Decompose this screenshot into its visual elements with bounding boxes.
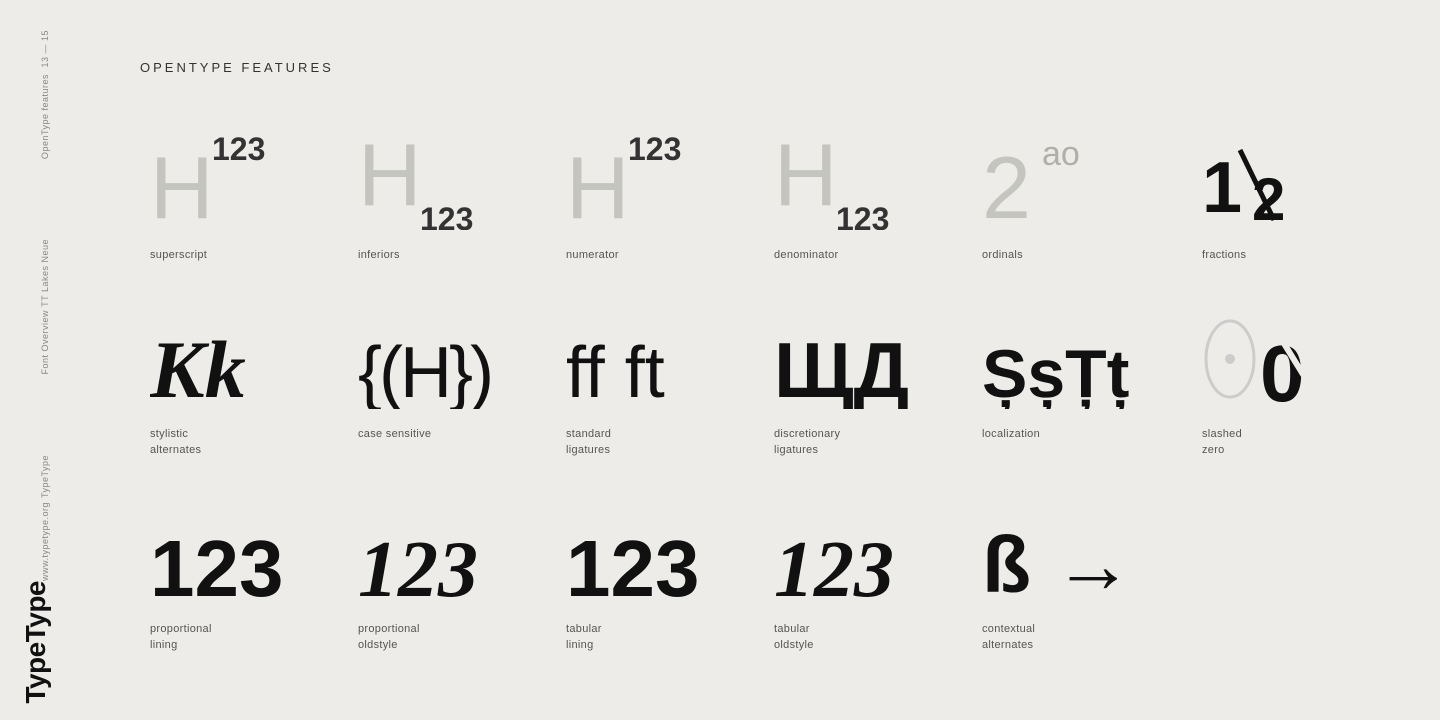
feature-numerator: H 123 numerator	[556, 125, 764, 304]
svg-text:123: 123	[420, 201, 473, 230]
prop-lining-label: proportional lining	[150, 621, 212, 654]
svg-text:ao: ao	[1042, 135, 1080, 173]
feature-case-sensitive: {(H}) case sensitive	[348, 304, 556, 499]
discretionary-lig-glyph: ЩД	[774, 304, 914, 414]
case-sensitive-glyph: {(H})	[358, 304, 518, 414]
svg-text:123: 123	[358, 526, 478, 604]
superscript-label: superscript	[150, 247, 207, 264]
svg-text:H: H	[774, 130, 838, 224]
svg-text:ß →: ß →	[982, 520, 1133, 604]
ordinals-label: ordinals	[982, 247, 1023, 264]
localization-label: localization	[982, 426, 1040, 443]
feature-ordinals: 2 ao ordinals	[972, 125, 1192, 304]
feature-proportional-oldstyle: 123 proportional oldstyle	[348, 499, 556, 694]
svg-text:Kk: Kk	[150, 324, 246, 409]
svg-text:2: 2	[982, 138, 1031, 230]
fractions-glyph: 1 2	[1202, 125, 1342, 235]
denominator-glyph: H 123	[774, 125, 914, 235]
feature-proportional-lining: 123 proportional lining	[140, 499, 348, 694]
standard-lig-label: standard ligatures	[566, 426, 611, 459]
section-label: OpenType features	[39, 74, 52, 159]
svg-text:123: 123	[628, 131, 681, 167]
feature-standard-ligatures: ff ft standard ligatures	[556, 304, 764, 499]
company-url: www.typetype.org	[39, 502, 52, 581]
standard-lig-glyph: ff ft	[566, 304, 716, 414]
brand-name: TypeType	[20, 581, 70, 709]
feature-fractions: 1 2 fractions	[1192, 125, 1400, 304]
tab-lining-glyph: 123	[566, 499, 716, 609]
feature-denominator: H 123 denominator	[764, 125, 972, 304]
fractions-label: fractions	[1202, 247, 1246, 264]
features-grid: H 123 superscript H 123 inferiors	[140, 125, 1400, 694]
font-section: Font Overview	[39, 310, 52, 375]
ordinals-glyph: 2 ao	[982, 125, 1142, 235]
svg-text:123: 123	[212, 131, 265, 167]
numerator-glyph: H 123	[566, 125, 706, 235]
case-sensitive-label: case sensitive	[358, 426, 431, 443]
empty-cell	[1192, 499, 1400, 694]
feature-tabular-lining: 123 tabular lining	[556, 499, 764, 694]
sidebar: 13 — 15 OpenType features TT Lakes Neue …	[0, 0, 90, 720]
contextual-glyph: ß →	[982, 499, 1182, 609]
svg-text:1: 1	[1202, 148, 1242, 228]
numerator-label: numerator	[566, 247, 619, 264]
slashed-zero-glyph: 0	[1202, 304, 1332, 414]
contextual-label: contextual alternates	[982, 621, 1035, 654]
svg-text:ff ft: ff ft	[566, 333, 665, 409]
inferiors-glyph: H 123	[358, 125, 498, 235]
inferiors-label: inferiors	[358, 247, 400, 264]
feature-discretionary-ligatures: ЩД discretionary ligatures	[764, 304, 972, 499]
feature-inferiors: H 123 inferiors	[348, 125, 556, 304]
svg-text:123: 123	[774, 526, 894, 604]
font-name: TT Lakes Neue	[39, 239, 52, 307]
tab-oldstyle-label: tabular oldstyle	[774, 621, 814, 654]
tab-oldstyle-glyph: 123	[774, 499, 924, 609]
svg-text:2: 2	[1252, 166, 1285, 230]
prop-oldstyle-label: proportional oldstyle	[358, 621, 420, 654]
svg-text:H: H	[358, 130, 422, 224]
svg-text:H: H	[566, 138, 630, 230]
feature-slashed-zero: 0 slashed zero	[1192, 304, 1400, 499]
page-number: 13 — 15	[39, 30, 52, 68]
denominator-label: denominator	[774, 247, 838, 264]
discretionary-lig-label: discretionary ligatures	[774, 426, 840, 459]
stylistic-label: stylistic alternates	[150, 426, 201, 459]
main-content: OPENTYPE FEATURES H 123 superscript H	[140, 60, 1400, 680]
svg-text:123: 123	[566, 524, 699, 604]
superscript-glyph: H 123	[150, 125, 290, 235]
feature-contextual-alternates: ß → contextual alternates	[972, 499, 1192, 694]
company-name: TypeType	[39, 455, 52, 498]
svg-text:123: 123	[150, 524, 283, 604]
svg-text:{(H}): {(H})	[358, 333, 491, 409]
svg-text:123: 123	[836, 201, 889, 230]
tab-lining-label: tabular lining	[566, 621, 602, 654]
feature-superscript: H 123 superscript	[140, 125, 348, 304]
prop-lining-glyph: 123	[150, 499, 300, 609]
page-title: OPENTYPE FEATURES	[140, 60, 1400, 75]
feature-localization: ȘșȚț localization	[972, 304, 1192, 499]
svg-text:ȘșȚț: ȘșȚț	[982, 336, 1129, 409]
svg-text:ЩД: ЩД	[774, 326, 909, 409]
localization-glyph: ȘșȚț	[982, 304, 1162, 414]
stylistic-glyph: Kk	[150, 304, 280, 414]
prop-oldstyle-glyph: 123	[358, 499, 508, 609]
feature-tabular-oldstyle: 123 tabular oldstyle	[764, 499, 972, 694]
svg-text:H: H	[150, 138, 214, 230]
feature-stylistic-alternates: Kk stylistic alternates	[140, 304, 348, 499]
slashed-zero-label: slashed zero	[1202, 426, 1242, 459]
